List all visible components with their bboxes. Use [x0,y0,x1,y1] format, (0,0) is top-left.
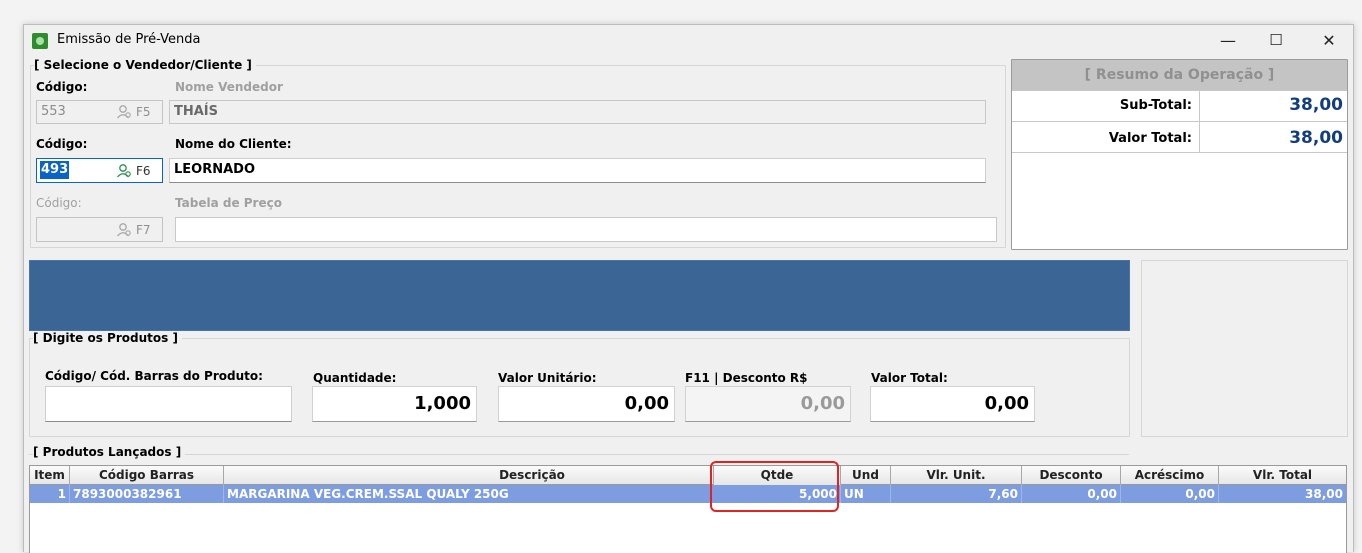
produtos-group-title: [ Digite os Produtos ] [33,331,182,345]
tabela-name-label: Tabela de Preço [175,196,282,210]
vendedor-search-user-icon[interactable] [116,104,132,120]
tabela-code-label: Código: [36,196,82,210]
tabela-code-field: F7 [36,217,163,242]
cell-desconto: 0,00 [1022,485,1121,503]
subtotal-label: Sub-Total: [1119,98,1192,113]
cliente-name-label: Nome do Cliente: [175,137,292,151]
produtos-lancados-grid[interactable]: Item Código Barras Descrição Qtde Und Vl… [29,465,1347,553]
valor-total-field: 0,00 [870,386,1035,422]
resumo-title: [ Resumo da Operação ] [1012,60,1347,90]
tabela-search-user-icon[interactable] [116,222,132,238]
desconto-field: 0,00 [685,386,851,422]
pre-venda-window: Emissão de Pré-Venda — ☐ ✕ [ Selecione o… [23,24,1354,553]
cliente-name-field[interactable]: LEORNADO [169,158,986,183]
cell-acrescimo: 0,00 [1121,485,1219,503]
resumo-divider-3 [1012,152,1347,153]
lancados-group-title: [ Produtos Lançados ] [33,445,186,459]
cliente-code-label: Código: [36,137,88,151]
cell-descricao: MARGARINA VEG.CREM.SSAL QUALY 250G [227,487,509,501]
cell-vlr-total: 38,00 [1305,487,1343,501]
col-vlr-total[interactable]: Vlr. Total [1219,466,1346,485]
cell-codigo-barras: 7893000382961 [70,485,224,503]
total-value: 38,00 [1289,128,1343,148]
vendedor-code-field: 553 F5 [36,100,163,124]
col-vlr-unit[interactable]: Vlr. Unit. [891,466,1022,485]
cliente-search-user-icon[interactable] [116,163,132,179]
resumo-divider-2 [1012,121,1347,122]
cliente-code-field[interactable]: 493 F6 [36,158,163,183]
minimize-button[interactable]: — [1203,25,1253,55]
maximize-button[interactable]: ☐ [1251,25,1301,55]
vendedor-code-label: Código: [36,80,88,94]
col-desconto[interactable]: Desconto [1022,466,1121,485]
codigo-produto-label: Código/ Cód. Barras do Produto: [45,369,263,383]
close-button[interactable]: ✕ [1304,25,1354,55]
table-row[interactable]: 1 7893000382961 MARGARINA VEG.CREM.SSAL … [30,485,1346,503]
cell-und: UN [841,485,891,503]
vendedor-cliente-group-title: [ Selecione o Vendedor/Cliente ] [34,58,256,72]
product-image-panel [1141,260,1348,437]
valor-unitario-field[interactable]: 0,00 [498,386,675,422]
col-item[interactable]: Item [30,466,70,485]
window-title: Emissão de Pré-Venda [57,32,201,47]
cell-item: 1 [30,485,70,503]
valor-total-label: Valor Total: [871,371,948,385]
col-und[interactable]: Und [841,466,891,485]
quantidade-field[interactable]: 1,000 [312,386,477,422]
quantidade-label: Quantidade: [313,371,397,385]
vendedor-name-field: THAÍS [169,100,986,124]
vendedor-fkey: F5 [136,105,151,119]
total-label: Valor Total: [1108,131,1192,146]
vendedor-name-label: Nome Vendedor [175,80,283,94]
resumo-divider [1012,90,1347,91]
grid-header: Item Código Barras Descrição Qtde Und Vl… [30,466,1346,485]
col-acrescimo[interactable]: Acréscimo [1121,466,1219,485]
vendedor-code-value: 553 [41,104,66,119]
qtde-highlight-annotation [710,461,839,512]
cell-vlr-unit: 7,60 [891,485,1022,503]
product-info-banner [29,260,1130,331]
app-icon [32,33,48,49]
cliente-code-value[interactable]: 493 [40,161,70,179]
lancados-divider [29,454,1129,455]
cliente-fkey: F6 [136,164,151,178]
title-bar[interactable]: Emissão de Pré-Venda — ☐ ✕ [24,25,1353,55]
desconto-label: F11 | Desconto R$ [685,371,808,385]
codigo-produto-field[interactable] [45,386,292,422]
tabela-fkey: F7 [136,223,151,237]
tabela-name-field [175,217,997,242]
col-codigo-barras[interactable]: Código Barras [70,466,224,485]
valor-unitario-label: Valor Unitário: [498,371,597,385]
subtotal-value: 38,00 [1289,95,1343,115]
